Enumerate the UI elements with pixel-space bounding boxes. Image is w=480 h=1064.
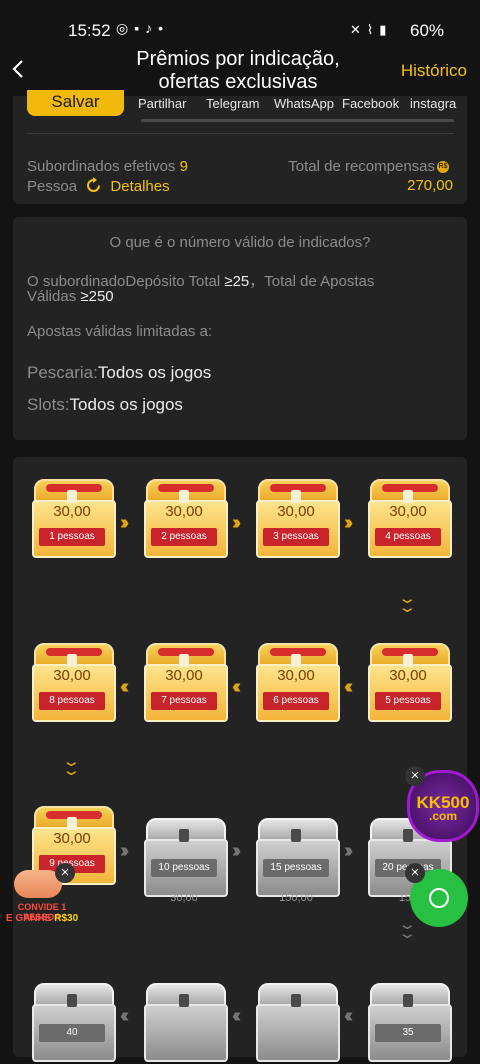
double-chevron-right-icon: ››	[232, 840, 242, 862]
double-chevron-left-icon: ‹‹	[120, 676, 130, 698]
lock-icon	[403, 490, 413, 503]
status-bar: 15:52 ◎▪♪• ✕⌇▮ 60%	[0, 0, 480, 44]
rule-bets: Válidas ≥250	[27, 288, 114, 305]
people-stat: Pessoa Detalhes	[27, 177, 170, 195]
lock-icon	[67, 490, 77, 503]
reward-chest-locked[interactable]: 10 pessoas	[143, 815, 228, 899]
double-chevron-right-icon: ››	[120, 512, 130, 534]
share-option-telegram[interactable]: Telegram	[206, 96, 259, 111]
total-rewards-label: Total de recompensas R$	[288, 158, 449, 175]
lock-icon	[179, 654, 189, 667]
lock-icon	[179, 829, 189, 842]
signal-icons: ✕⌇▮	[350, 22, 393, 37]
share-option-instagram[interactable]: instagra	[410, 96, 456, 111]
lock-icon	[67, 654, 77, 667]
divider	[27, 133, 454, 134]
close-icon[interactable]: ×	[405, 766, 425, 786]
reward-chest[interactable]: 30,00 1 pessoas	[31, 476, 116, 560]
close-icon[interactable]: ×	[405, 863, 425, 883]
rule-slots: Slots:Todos os jogos	[27, 395, 183, 414]
rule-fishing: Pescaria:Todos os jogos	[27, 363, 212, 382]
reward-chest[interactable]: 30,00 7 pessoas	[143, 640, 228, 724]
reward-chest-locked[interactable]: 15 pessoas	[255, 815, 340, 899]
double-chevron-down-icon: ⌄ ⌄	[397, 916, 418, 942]
reward-chest[interactable]: 30,00 4 pessoas	[367, 476, 452, 560]
double-chevron-down-icon: ⌄ ⌄	[397, 590, 418, 616]
reward-chest[interactable]: 30,00 3 pessoas	[255, 476, 340, 560]
page-title: Prêmios por indicação, ofertas exclusiva…	[136, 48, 340, 93]
lock-icon	[291, 654, 301, 667]
double-chevron-right-icon: ››	[344, 512, 354, 534]
lock-icon	[403, 654, 413, 667]
double-chevron-right-icon: ››	[120, 840, 130, 862]
lock-icon	[291, 994, 301, 1007]
reward-chest-locked[interactable]	[143, 980, 228, 1064]
page-header: Prêmios por indicação, ofertas exclusiva…	[0, 44, 480, 96]
double-chevron-left-icon: ‹‹	[232, 1005, 242, 1027]
reward-chest-locked[interactable]: 40	[31, 980, 116, 1064]
lock-icon	[291, 490, 301, 503]
total-rewards-value: 270,00	[407, 177, 453, 194]
currency-icon: R$	[437, 161, 449, 174]
reward-chest[interactable]: 30,00 5 pessoas	[367, 640, 452, 724]
reward-chest-locked[interactable]	[255, 980, 340, 1064]
lock-icon	[67, 994, 77, 1007]
share-option-partilhar[interactable]: Partilhar	[138, 96, 186, 111]
lock-icon	[403, 994, 413, 1007]
rule-limited: Apostas válidas limitadas a:	[27, 323, 213, 340]
rules-title: O que é o número válido de indicados?	[109, 234, 371, 251]
close-icon[interactable]: ×	[55, 863, 75, 883]
chat-bubble-icon	[429, 888, 449, 908]
double-chevron-down-icon: ⌄ ⌄	[61, 753, 82, 779]
lock-icon	[67, 817, 77, 830]
reward-value: 30,00	[170, 892, 198, 904]
battery-level: 60%	[410, 21, 445, 40]
reward-value: 150,00	[279, 892, 313, 904]
share-scrollbar[interactable]	[141, 119, 454, 122]
reward-chest-locked[interactable]: 35	[367, 980, 452, 1064]
lock-icon	[179, 994, 189, 1007]
double-chevron-right-icon: ››	[344, 840, 354, 862]
lock-icon	[179, 490, 189, 503]
reward-chest[interactable]: 30,00 2 pessoas	[143, 476, 228, 560]
refresh-icon[interactable]	[85, 177, 102, 194]
save-button[interactable]: Salvar	[27, 90, 124, 116]
lock-icon	[291, 829, 301, 842]
double-chevron-right-icon: ››	[232, 512, 242, 534]
subordinates-count: 9	[179, 158, 188, 175]
double-chevron-left-icon: ‹‹	[232, 676, 242, 698]
lock-icon	[403, 829, 413, 842]
reward-chest[interactable]: 30,00 6 pessoas	[255, 640, 340, 724]
status-time: 15:52	[68, 21, 111, 40]
double-chevron-left-icon: ‹‹	[120, 1005, 130, 1027]
subordinates-stat: Subordinados efetivos 9	[27, 158, 188, 175]
share-option-facebook[interactable]: Facebook	[342, 96, 399, 111]
reward-chest[interactable]: 30,00 8 pessoas	[31, 640, 116, 724]
share-option-whatsapp[interactable]: WhatsApp	[274, 96, 334, 111]
double-chevron-left-icon: ‹‹	[344, 676, 354, 698]
double-chevron-left-icon: ‹‹	[344, 1005, 354, 1027]
notification-icons: ◎▪♪•	[116, 20, 170, 36]
history-link[interactable]: Histórico	[401, 61, 467, 81]
details-link[interactable]: Detalhes	[110, 178, 169, 195]
back-arrow-icon[interactable]	[8, 58, 30, 80]
